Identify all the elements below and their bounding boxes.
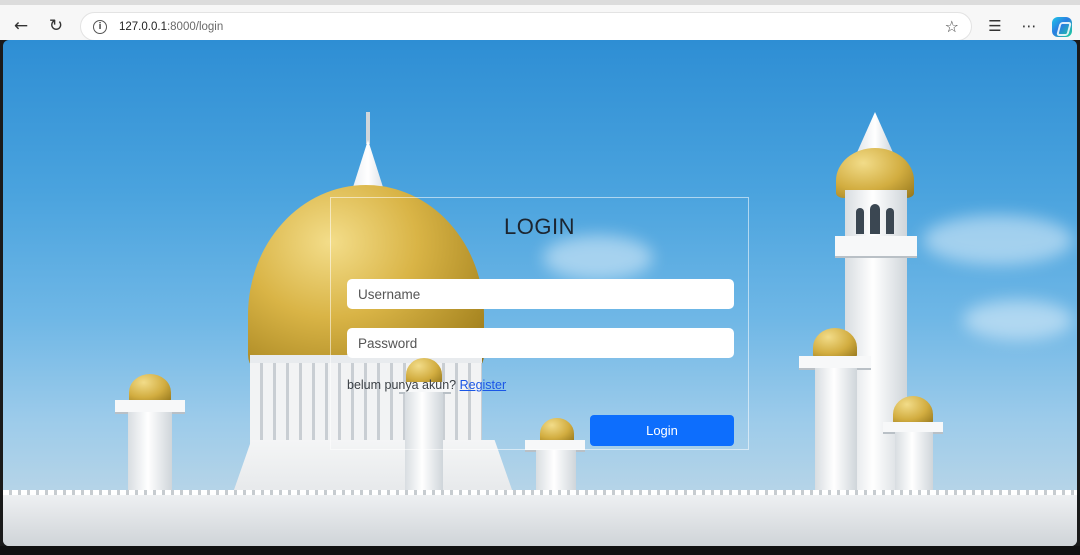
cloud [963,300,1073,340]
minaret-balcony [835,236,917,258]
register-link[interactable]: Register [460,378,507,392]
password-input[interactable] [347,328,734,358]
url-host: 127.0.0.1 [119,21,167,33]
favorites-list-icon[interactable]: ☰ [982,13,1008,39]
browser-toolbar: ← ↻ i 127.0.0.1:8000/login ☆ ☰ ⋯ [0,0,1080,41]
small-dome [129,374,171,402]
mosque-wall [3,495,1077,546]
register-prompt: belum punya akun? [347,378,457,392]
username-input[interactable] [347,279,734,309]
url-path: :8000/login [166,21,224,33]
login-form: LOGIN belum punya akun? Register Login [330,197,749,450]
cloud [923,215,1073,265]
copilot-icon[interactable] [1052,17,1072,37]
minaret-window [870,204,880,234]
reload-icon[interactable]: ↻ [43,13,69,39]
url-text[interactable]: 127.0.0.1:8000/login [119,21,223,33]
address-bar[interactable]: i 127.0.0.1:8000/login ☆ [80,12,972,41]
back-arrow-icon[interactable]: ← [8,13,34,39]
more-options-icon[interactable]: ⋯ [1016,13,1042,39]
minaret-window [856,208,864,234]
register-line: belum punya akun? Register [347,378,506,392]
login-button[interactable]: Login [590,415,734,446]
small-dome [893,396,933,424]
bottom-edge [0,546,1080,555]
minaret-window [886,208,894,234]
info-icon[interactable]: i [93,20,107,34]
star-icon[interactable]: ☆ [945,17,959,36]
spire-needle [366,112,370,144]
login-title: LOGIN [504,214,575,239]
